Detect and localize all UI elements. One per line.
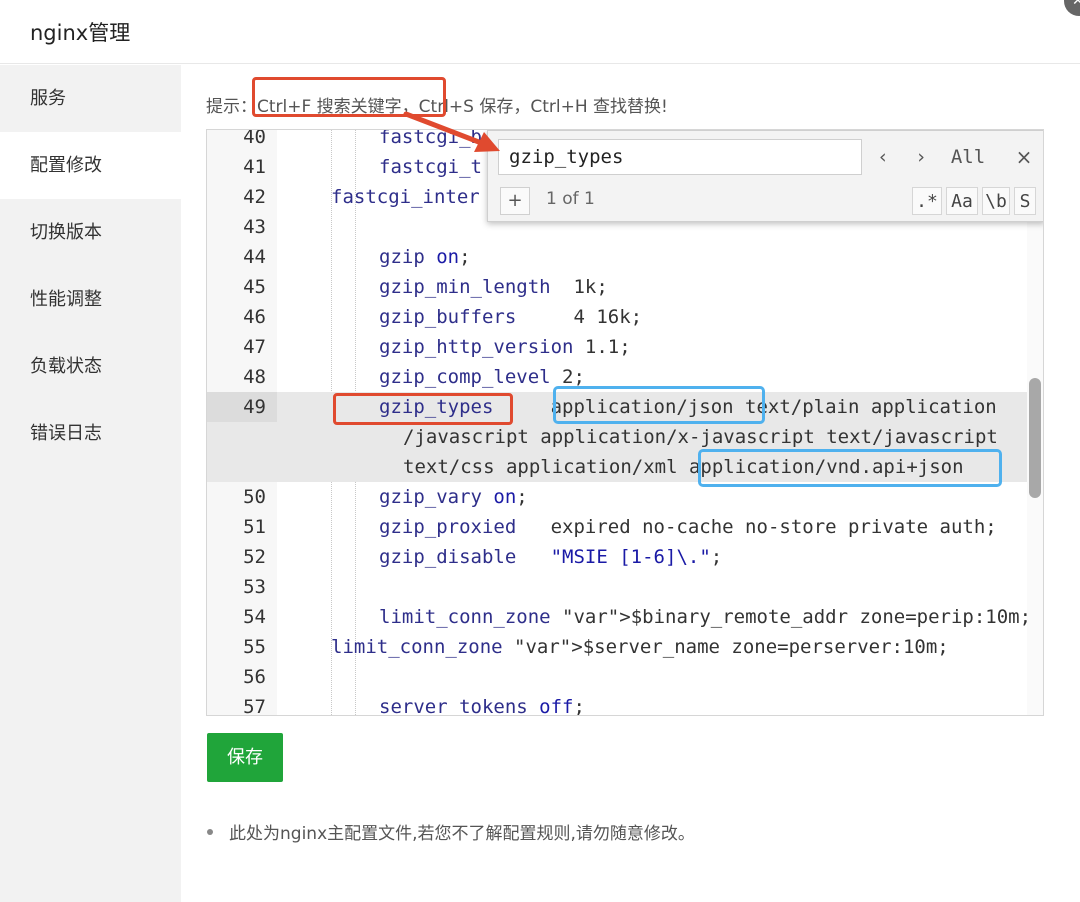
code-line[interactable]: 47 gzip_http_version 1.1; [207,332,1043,362]
annotation-arrow [403,111,500,152]
line-number: 44 [243,246,266,268]
code-line[interactable]: /javascript application/x-javascript tex… [207,422,1043,452]
code-line[interactable]: 54 limit_conn_zone "var">$binary_remote_a… [207,602,1043,632]
note-text: 此处为nginx主配置文件,若您不了解配置规则,请勿随意修改。 [229,824,695,844]
line-code: gzip on; [379,246,471,268]
line-number: 53 [243,576,266,598]
line-number: 40 [243,129,266,148]
hint-prefix: 提示： [206,97,257,117]
find-all-button[interactable]: All [942,139,994,175]
save-button[interactable]: 保存 [207,733,283,782]
code-line[interactable]: 57 server_tokens off; [207,692,1043,716]
main-panel: 提示：Ctrl+F 搜索关键字，Ctrl+S 保存，Ctrl+H 查找替换! 4… [181,65,1080,902]
find-widget: gzip_types ‹ › All × + 1 of 1 .* Aa \b S [487,130,1043,222]
line-number: 54 [243,606,266,628]
line-code: gzip_proxied expired no-cache no-store p… [379,516,997,538]
code-editor[interactable]: 40 fastcgi_b 41 fastcgi_t 42 fastcgi_inter 43 4… [206,129,1044,716]
line-number: 52 [243,546,266,568]
sidebar-item-service[interactable]: 服务 [0,65,181,132]
sidebar-item-performance[interactable]: 性能调整 [0,266,181,333]
config-note: 此处为nginx主配置文件,若您不了解配置规则,请勿随意修改。 [207,819,695,844]
match-count: 1 of 1 [546,189,595,209]
line-code: fastcgi_inter [331,186,480,208]
sidebar-item-config[interactable]: 配置修改 [0,132,181,199]
line-number: 56 [243,666,266,688]
line-number: 45 [243,276,266,298]
line-number: 49 [207,392,277,422]
code-line[interactable]: 45 gzip_min_length 1k; [207,272,1043,302]
line-number: 51 [243,516,266,538]
title-bar: nginx管理 ✕ [0,0,1080,64]
annotation-vnd-api-json [698,449,1002,487]
line-code: limit_conn_zone "var">$binary_remote_add… [379,606,1032,628]
line-number: 43 [243,216,266,238]
in-selection-toggle[interactable]: S [1014,187,1036,215]
line-code: gzip_disable "MSIE [1-6]\."; [379,546,723,568]
line-code: /javascript application/x-javascript tex… [403,426,998,448]
code-line[interactable]: 52 gzip_disable "MSIE [1-6]\."; [207,542,1043,572]
code-line[interactable]: 51 gzip_proxied expired no-cache no-store… [207,512,1043,542]
line-number: 55 [243,636,266,658]
find-close-button[interactable]: × [1010,141,1038,173]
whole-word-toggle[interactable]: \b [982,187,1010,215]
line-number: 48 [243,366,266,388]
line-number: 46 [243,306,266,328]
line-code: limit_conn_zone "var">$server_name zone=… [331,636,949,658]
regex-toggle[interactable]: .* [912,187,942,215]
code-line[interactable]: 44 gzip on; [207,242,1043,272]
annotation-gzip-types [333,393,513,425]
line-number: 57 [243,696,266,716]
line-code: gzip_http_version 1.1; [379,336,631,358]
sidebar-item-version[interactable]: 切换版本 [0,199,181,266]
line-code: gzip_buffers 4 16k; [379,306,643,328]
find-input[interactable]: gzip_types [498,139,862,175]
line-number: 41 [243,156,266,178]
line-number: 50 [243,486,266,508]
toggle-replace-button[interactable]: + [500,187,530,215]
sidebar-item-error-log[interactable]: 错误日志 [0,400,181,467]
window-title: nginx管理 [30,21,131,45]
line-code: server_tokens off; [379,696,585,716]
code-line[interactable]: 55 limit_conn_zone "var">$server_name zon… [207,632,1043,662]
line-code: gzip_min_length 1k; [379,276,608,298]
close-icon[interactable]: ✕ [1064,0,1080,16]
find-prev-button[interactable]: ‹ [864,139,902,175]
annotation-application-json [553,386,765,424]
scrollbar-thumb[interactable] [1029,378,1041,498]
code-line[interactable]: 53 [207,572,1043,602]
code-line[interactable]: 46 gzip_buffers 4 16k; [207,302,1043,332]
line-number: 42 [243,186,266,208]
sidebar-item-load-status[interactable]: 负载状态 [0,333,181,400]
line-number: 47 [243,336,266,358]
case-toggle[interactable]: Aa [946,187,978,215]
line-code: gzip_vary on; [379,486,528,508]
code-line[interactable]: 56 [207,662,1043,692]
find-next-button[interactable]: › [902,139,940,175]
sidebar: 服务 配置修改 切换版本 性能调整 负载状态 错误日志 [0,65,181,902]
bullet [207,829,213,835]
